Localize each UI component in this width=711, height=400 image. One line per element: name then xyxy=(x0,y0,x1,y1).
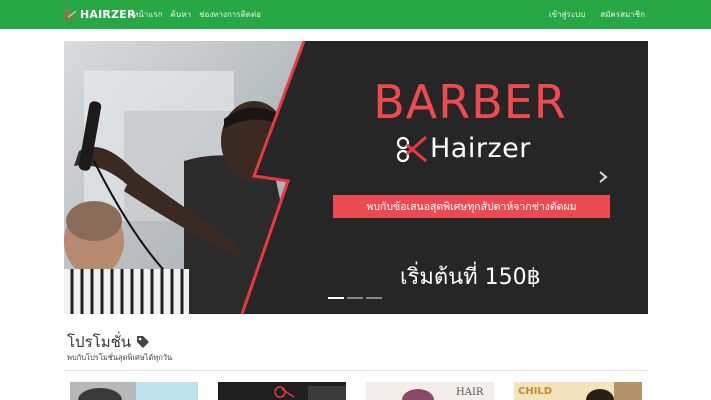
carousel-indicator[interactable] xyxy=(366,297,382,299)
card-image xyxy=(70,382,198,400)
register-link[interactable]: สมัครสมาชิก xyxy=(600,8,645,21)
promo-card[interactable]: HAIR xyxy=(366,382,494,400)
carousel-brand: Hairzer xyxy=(396,133,531,164)
section-divider xyxy=(64,370,648,371)
promo-card[interactable] xyxy=(218,382,346,400)
login-link[interactable]: เข้าสู่ระบบ xyxy=(549,8,585,21)
carousel-headline: BARBER xyxy=(373,75,567,129)
scissors-comb-icon xyxy=(64,8,77,21)
promo-card-label: HAIR xyxy=(456,387,484,398)
carousel-indicator[interactable] xyxy=(347,297,363,299)
carousel-offer-bar: พบกับข้อเสนอสุดพิเศษทุกสัปดาห์จากช่างตัด… xyxy=(333,195,610,218)
tag-icon xyxy=(137,336,150,348)
nav-contact-link[interactable]: ช่องทางการติดต่อ xyxy=(199,8,261,21)
card-image xyxy=(218,382,346,400)
nav-home-link[interactable]: หน้าแรก xyxy=(133,8,163,21)
carousel-brand-name: Hairzer xyxy=(430,133,531,164)
promo-card[interactable]: CHILD xyxy=(514,382,642,400)
brand-name: HAIRZER xyxy=(80,8,136,21)
chevron-right-icon[interactable] xyxy=(596,168,610,186)
carousel-indicator[interactable] xyxy=(328,297,344,299)
scissors-comb-icon xyxy=(396,135,428,162)
carousel-indicators xyxy=(328,297,382,299)
promo-card-label: CHILD xyxy=(518,386,553,397)
brand-logo[interactable]: HAIRZER xyxy=(64,0,136,29)
promotions-title: โปรโมชั่น xyxy=(67,333,132,351)
account-nav: เข้าสู่ระบบ สมัครสมาชิก xyxy=(549,0,645,29)
promotions-heading: โปรโมชั่น xyxy=(67,330,150,354)
promo-carousel[interactable]: BARBER Hairzer พบกับข้อเสนอสุดพิเศษทุกสั… xyxy=(64,41,648,314)
promotions-subtitle: พบกับโปรโมชั่นสุดพิเศษได้ทุกวัน xyxy=(67,353,173,362)
carousel-price: เริ่มต้นที่ 150฿ xyxy=(400,265,541,290)
promo-card[interactable] xyxy=(70,382,198,400)
top-navbar: HAIRZER หน้าแรก ค้นหา ช่องทางการติดต่อ เ… xyxy=(0,0,711,29)
main-nav: หน้าแรก ค้นหา ช่องทางการติดต่อ xyxy=(133,0,261,29)
nav-search-link[interactable]: ค้นหา xyxy=(171,8,192,21)
